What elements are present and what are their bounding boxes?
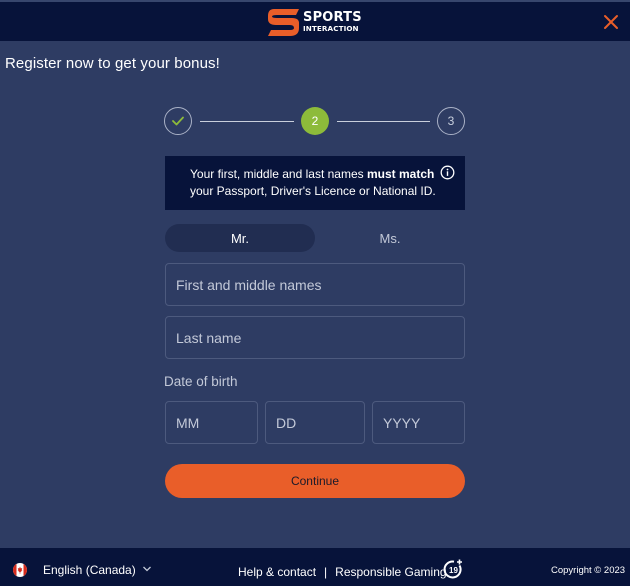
step-3-upcoming: 3 xyxy=(437,107,465,135)
language-selector[interactable]: English (Canada) xyxy=(43,563,136,577)
logo: SPORTS INTERACTION xyxy=(268,8,362,36)
step-2-active: 2 xyxy=(301,107,329,135)
notice-text-bold: must match xyxy=(366,167,435,181)
canada-flag-icon xyxy=(13,563,27,577)
sports-interaction-s-icon xyxy=(268,8,299,36)
age-19-plus-icon: 19 xyxy=(443,559,462,579)
footer-separator: | xyxy=(324,565,328,579)
responsible-gaming-link[interactable]: Responsible Gaming xyxy=(335,565,446,579)
logo-line-2: INTERACTION xyxy=(303,24,359,34)
step-1-completed xyxy=(164,107,192,135)
dob-day-input[interactable]: DD xyxy=(265,401,365,444)
salutation-ms-option[interactable]: Ms. xyxy=(315,224,465,252)
notice-text-end: your Passport, Driver's Licence or Natio… xyxy=(190,184,436,198)
logo-line-1: SPORTS xyxy=(303,10,362,26)
close-icon xyxy=(604,15,618,29)
last-name-input[interactable]: Last name xyxy=(165,316,465,359)
copyright-text: Copyright © 2023 xyxy=(551,565,626,576)
footer-links: Help & contact | Responsible Gaming xyxy=(238,565,447,579)
date-of-birth-label: Date of birth xyxy=(164,374,238,389)
step-connector xyxy=(337,120,430,122)
continue-button[interactable]: Continue xyxy=(165,464,465,498)
first-middle-names-input[interactable]: First and middle names xyxy=(165,263,465,306)
name-match-notice: Your first, middle and last names must m… xyxy=(165,156,465,210)
info-icon[interactable] xyxy=(440,165,455,180)
salutation-toggle: Mr. Ms. xyxy=(165,224,465,252)
progress-stepper: 2 3 xyxy=(164,107,466,135)
page-heading: Register now to get your bonus! xyxy=(5,55,220,72)
dob-month-input[interactable]: MM xyxy=(165,401,258,444)
step-connector xyxy=(200,120,294,122)
svg-text:19: 19 xyxy=(449,566,458,575)
help-contact-link[interactable]: Help & contact xyxy=(238,565,316,579)
notice-text-start: Your first, middle and last names xyxy=(190,167,367,181)
footer: English (Canada) Help & contact | Respon… xyxy=(0,548,630,586)
check-icon xyxy=(172,116,184,126)
header: SPORTS INTERACTION xyxy=(0,2,630,41)
salutation-mr-option[interactable]: Mr. xyxy=(165,224,315,252)
dob-year-input[interactable]: YYYY xyxy=(372,401,465,444)
close-button[interactable] xyxy=(603,14,619,30)
chevron-down-icon[interactable] xyxy=(142,565,152,573)
